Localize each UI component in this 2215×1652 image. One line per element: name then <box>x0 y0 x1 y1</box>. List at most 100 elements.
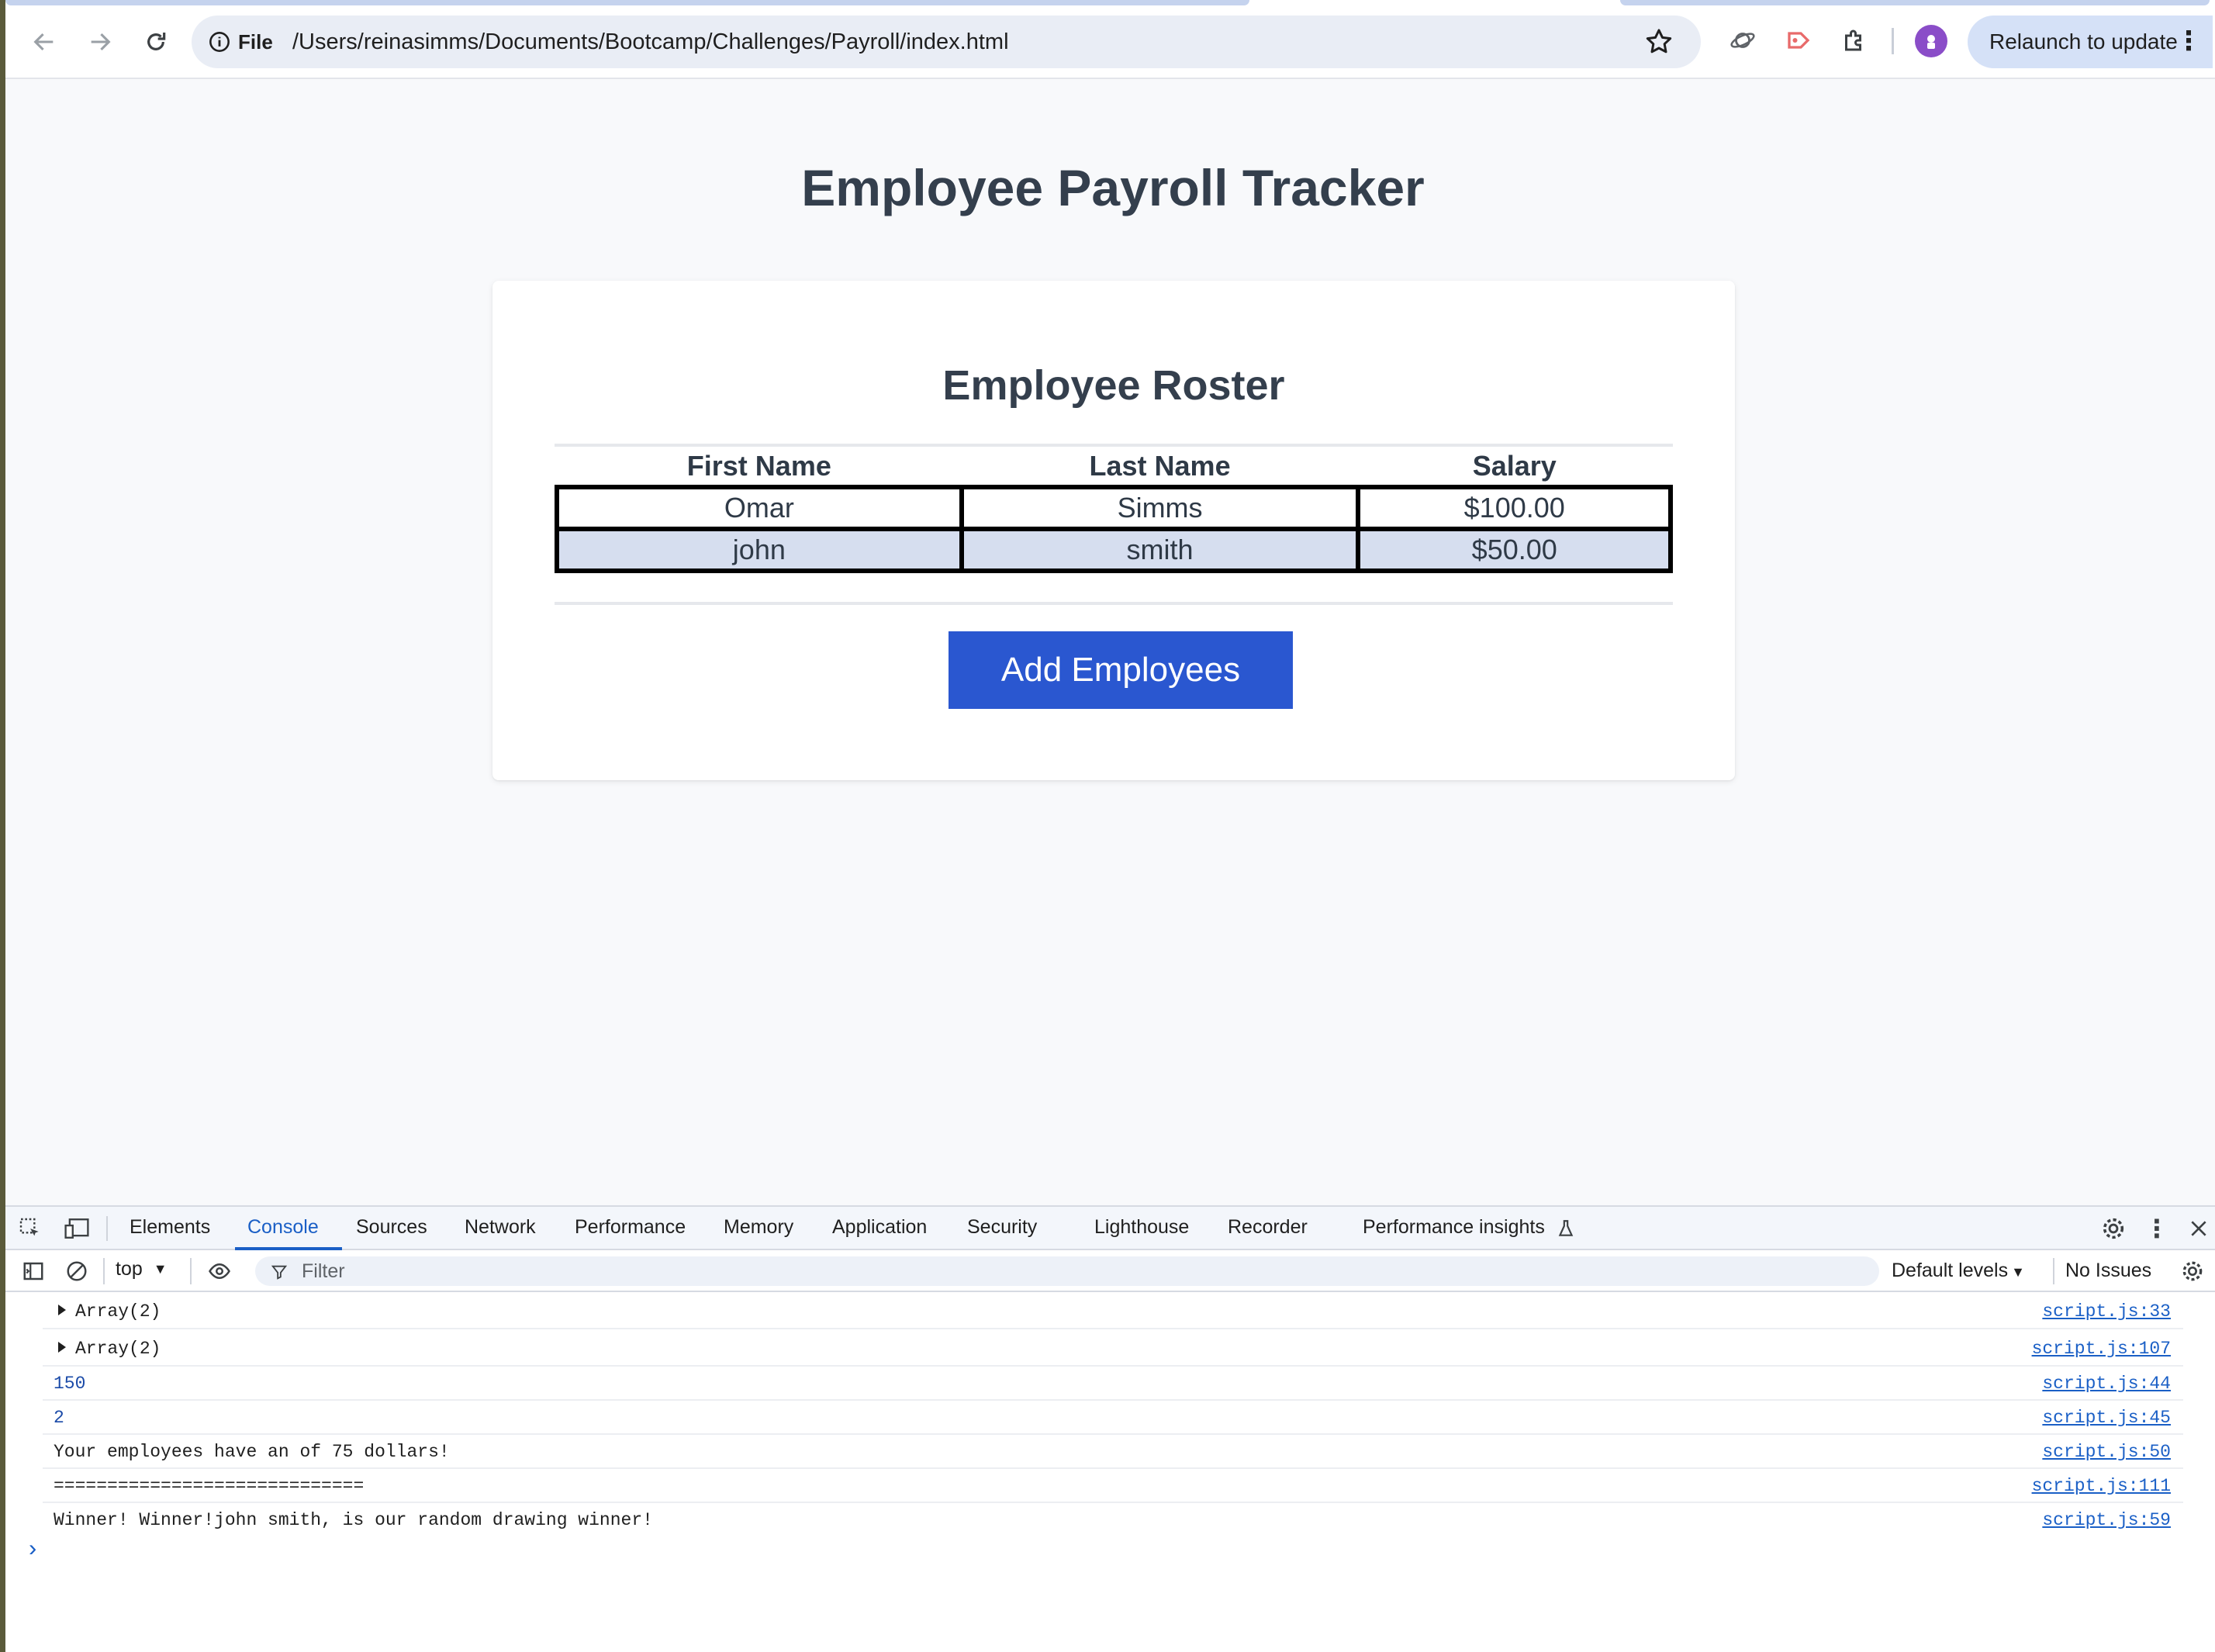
user-icon <box>1927 35 1935 49</box>
context-label: top <box>116 1258 143 1280</box>
context-selector[interactable]: top ▼ <box>116 1258 168 1280</box>
console-message: Your employees have an of 75 dollars! <box>54 1442 450 1462</box>
site-chip-label: File <box>238 29 273 54</box>
header-salary: Salary <box>1472 449 1557 482</box>
expand-triangle-icon[interactable] <box>58 1342 66 1353</box>
console-message: ============================= <box>54 1476 365 1496</box>
filter-input[interactable]: Filter <box>255 1256 1879 1286</box>
devtools-panel: Elements Console Sources Network Perform… <box>5 1205 2215 1652</box>
console-prompt-icon[interactable]: › <box>26 1537 40 1564</box>
inspect-element-icon[interactable] <box>16 1215 44 1242</box>
source-link[interactable]: script.js:59 <box>2042 1510 2171 1530</box>
tab-network[interactable]: Network <box>465 1216 536 1239</box>
header-last-name: Last Name <box>1089 449 1231 482</box>
employee-table: First Name Last Name Salary Omar Simms $… <box>555 447 1673 573</box>
console-line: 150 script.js:44 <box>43 1367 2183 1401</box>
device-toolbar-icon[interactable] <box>63 1215 91 1242</box>
console-message: Winner! Winner!john smith, is our random… <box>54 1510 653 1530</box>
cell-last-name: Simms <box>959 485 1361 531</box>
tab-application[interactable]: Application <box>832 1216 927 1239</box>
expand-triangle-icon[interactable] <box>58 1305 66 1315</box>
roster-card: Employee Roster First Name Last Name Sal… <box>492 281 1735 780</box>
extension-cast-icon[interactable] <box>1781 23 1816 57</box>
tab-performance-insights[interactable]: Performance insights <box>1363 1216 1545 1239</box>
log-levels-dropdown[interactable]: Default levels ▼ <box>1892 1260 2025 1282</box>
cell-salary: $100.00 <box>1356 485 1673 531</box>
tab-memory[interactable]: Memory <box>724 1216 793 1239</box>
console-line: Your employees have an of 75 dollars! sc… <box>43 1435 2183 1469</box>
settings-gear-icon[interactable] <box>2099 1215 2127 1242</box>
relaunch-button[interactable]: Relaunch to update ⋮ <box>1968 16 2213 68</box>
tab-console[interactable]: Console <box>247 1216 319 1239</box>
source-link[interactable]: script.js:44 <box>2042 1374 2171 1394</box>
console-output: Array(2) script.js:33 Array(2) script.js… <box>5 1292 2215 1537</box>
eye-icon[interactable] <box>206 1257 233 1285</box>
arrow-right-icon <box>91 33 111 51</box>
relaunch-label: Relaunch to update <box>1989 29 2178 54</box>
source-link[interactable]: script.js:111 <box>2032 1476 2171 1496</box>
more-vert-icon[interactable]: ⋮ <box>2175 28 2202 54</box>
source-link[interactable]: script.js:33 <box>2042 1301 2171 1322</box>
browser-toolbar: File /Users/reinasimms/Documents/Bootcam… <box>5 0 2215 79</box>
url-text[interactable]: /Users/reinasimms/Documents/Bootcamp/Cha… <box>292 29 1009 55</box>
browser-window: File /Users/reinasimms/Documents/Bootcam… <box>5 0 2215 1652</box>
tab-strip <box>5 0 1249 5</box>
bar-divider <box>190 1258 192 1284</box>
source-link[interactable]: script.js:50 <box>2042 1442 2171 1462</box>
devtools-tab-bar: Elements Console Sources Network Perform… <box>5 1207 2215 1250</box>
issues-counter[interactable]: No Issues <box>2065 1260 2151 1282</box>
header-first-name: First Name <box>686 449 831 482</box>
tab-divider <box>106 1216 108 1241</box>
console-message: 2 <box>54 1408 64 1428</box>
bookmark-star-icon[interactable] <box>1643 26 1674 57</box>
back-button[interactable] <box>22 20 66 64</box>
cell-first-name: john <box>555 527 964 573</box>
forward-button[interactable] <box>78 20 122 64</box>
filter-funnel-icon <box>271 1265 288 1280</box>
toolbar-divider <box>1892 28 1894 54</box>
dropdown-arrow-icon: ▼ <box>2011 1264 2025 1280</box>
tab-lighthouse[interactable]: Lighthouse <box>1094 1216 1189 1239</box>
table-header-row: First Name Last Name Salary <box>557 447 1671 487</box>
page-title: Employee Payroll Tracker <box>801 159 1425 216</box>
reload-icon <box>147 33 166 50</box>
add-employees-button[interactable]: Add Employees <box>949 631 1293 709</box>
extensions-puzzle-icon[interactable] <box>1837 23 1871 57</box>
more-options-icon[interactable]: ⋮ <box>2143 1215 2171 1242</box>
console-line[interactable]: Array(2) script.js:33 <box>43 1292 2183 1329</box>
source-link[interactable]: script.js:45 <box>2042 1408 2171 1428</box>
tab-elements[interactable]: Elements <box>130 1216 210 1239</box>
table-row: john smith $50.00 <box>555 527 1673 573</box>
tab-strip <box>1620 0 2210 5</box>
sidebar-toggle-icon[interactable] <box>19 1257 47 1285</box>
info-icon <box>209 32 230 52</box>
address-bar[interactable]: File /Users/reinasimms/Documents/Bootcam… <box>192 16 1701 68</box>
tab-security[interactable]: Security <box>967 1216 1037 1239</box>
console-line: Winner! Winner!john smith, is our random… <box>43 1503 2183 1537</box>
console-line[interactable]: Array(2) script.js:107 <box>43 1329 2183 1367</box>
cell-salary: $50.00 <box>1356 527 1673 573</box>
extension-planet-icon[interactable] <box>1726 23 1760 57</box>
bar-divider <box>103 1258 105 1284</box>
profile-avatar[interactable] <box>1915 25 1947 57</box>
console-line: ============================= script.js:… <box>43 1469 2183 1503</box>
console-message: Array(2) <box>75 1301 161 1322</box>
table-bottom-rule <box>555 602 1673 605</box>
clear-console-icon[interactable] <box>63 1257 91 1285</box>
source-link[interactable]: script.js:107 <box>2032 1339 2171 1359</box>
site-info-chip[interactable]: File <box>209 23 273 60</box>
dropdown-arrow-icon: ▼ <box>153 1261 168 1277</box>
arrow-left-icon <box>33 33 54 51</box>
page-viewport: Employee Payroll Tracker Employee Roster… <box>5 79 2215 1205</box>
console-message: Array(2) <box>75 1339 161 1359</box>
close-icon[interactable] <box>2185 1215 2213 1242</box>
reload-button[interactable] <box>134 20 178 64</box>
log-levels-label: Default levels <box>1892 1260 2009 1281</box>
console-settings-gear-icon[interactable] <box>2179 1257 2206 1285</box>
tab-sources[interactable]: Sources <box>356 1216 427 1239</box>
tab-performance[interactable]: Performance <box>575 1216 686 1239</box>
bar-divider <box>2053 1258 2054 1284</box>
flask-icon <box>1552 1215 1580 1242</box>
console-toolbar: top ▼ Filter Default levels ▼ No Issues <box>5 1250 2215 1292</box>
tab-recorder[interactable]: Recorder <box>1228 1216 1308 1239</box>
